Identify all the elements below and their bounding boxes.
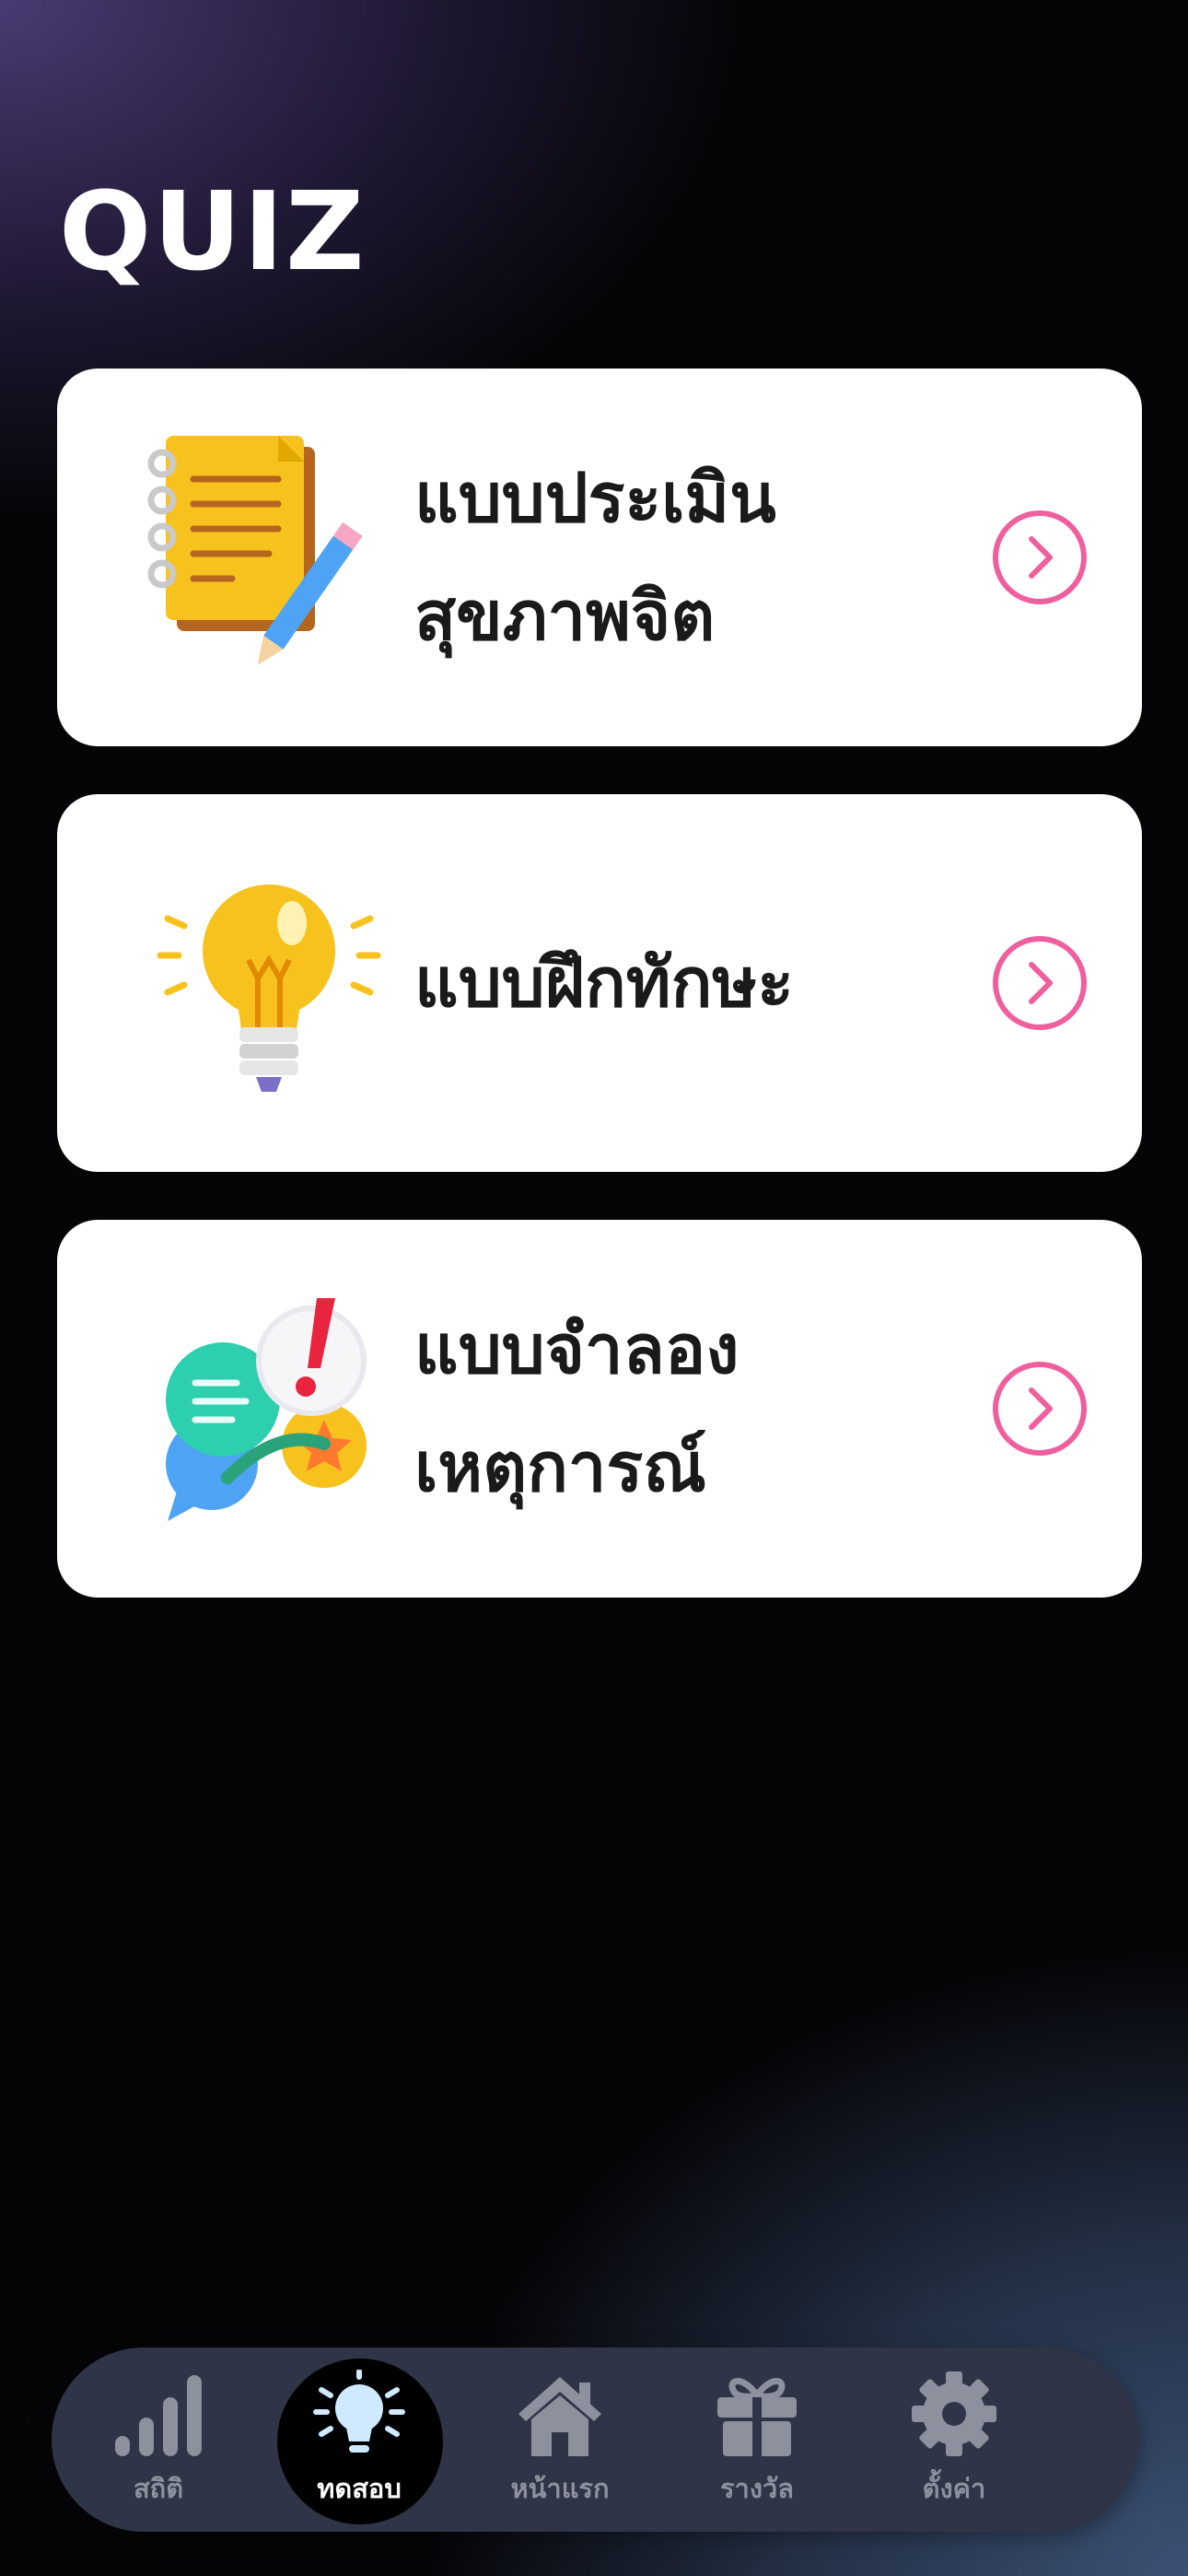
quiz-card-label-line1: แบบจำลอง	[414, 1310, 740, 1389]
nav-item-home[interactable]: หน้าแรก	[468, 2348, 652, 2532]
nav-label: ทดสอบ	[317, 2473, 402, 2504]
quiz-card-label: แบบประเมิน สุขภาพจิต	[414, 369, 1004, 746]
quiz-card-skills[interactable]: แบบฝึกทักษะ	[57, 794, 1142, 1172]
chat-bubbles-icon	[166, 1298, 367, 1521]
gear-icon	[912, 2371, 996, 2456]
nav-item-stats[interactable]: สถิติ	[66, 2348, 250, 2532]
page-title: QUIZ	[59, 168, 367, 295]
chevron-right-circle-icon[interactable]	[991, 934, 1089, 1032]
nav-item-rewards[interactable]: รางวัล	[665, 2348, 849, 2532]
nav-label: ตั้งค่า	[922, 2473, 986, 2504]
nav-item-quiz[interactable]: ทดสอบ	[267, 2348, 451, 2532]
nav-label: หน้าแรก	[510, 2473, 610, 2504]
home-icon	[518, 2377, 601, 2456]
quiz-card-assessment[interactable]: แบบประเมิน สุขภาพจิต	[57, 369, 1142, 746]
quiz-card-label-line1: แบบประเมิน	[414, 459, 776, 538]
nav-label: สถิติ	[133, 2473, 184, 2504]
quiz-card-simulation[interactable]: แบบจำลอง เหตุการณ์	[57, 1220, 1142, 1598]
bottom-nav-bar: สถิติ ทดสอบ หน้าแรก รางวัล ตั้งค่า	[52, 2348, 1138, 2532]
notebook-pencil-icon	[147, 436, 363, 665]
quiz-card-label-line2: เหตุการณ์	[414, 1428, 706, 1507]
chevron-right-circle-icon[interactable]	[991, 1360, 1089, 1458]
lightbulb-icon	[313, 2370, 405, 2453]
nav-item-settings[interactable]: ตั้งค่า	[862, 2348, 1046, 2532]
gift-icon	[717, 2378, 797, 2456]
quiz-card-label-line1: แบบฝึกทักษะ	[414, 943, 794, 1023]
quiz-card-label-line2: สุขภาพจิต	[414, 577, 716, 656]
quiz-card-label: แบบจำลอง เหตุการณ์	[414, 1220, 1004, 1598]
nav-label: รางวัล	[719, 2473, 795, 2504]
quiz-card-label: แบบฝึกทักษะ	[414, 794, 1004, 1172]
bar-chart-icon	[115, 2375, 202, 2456]
chevron-right-circle-icon[interactable]	[991, 509, 1089, 606]
lightbulb-icon	[157, 884, 381, 1092]
